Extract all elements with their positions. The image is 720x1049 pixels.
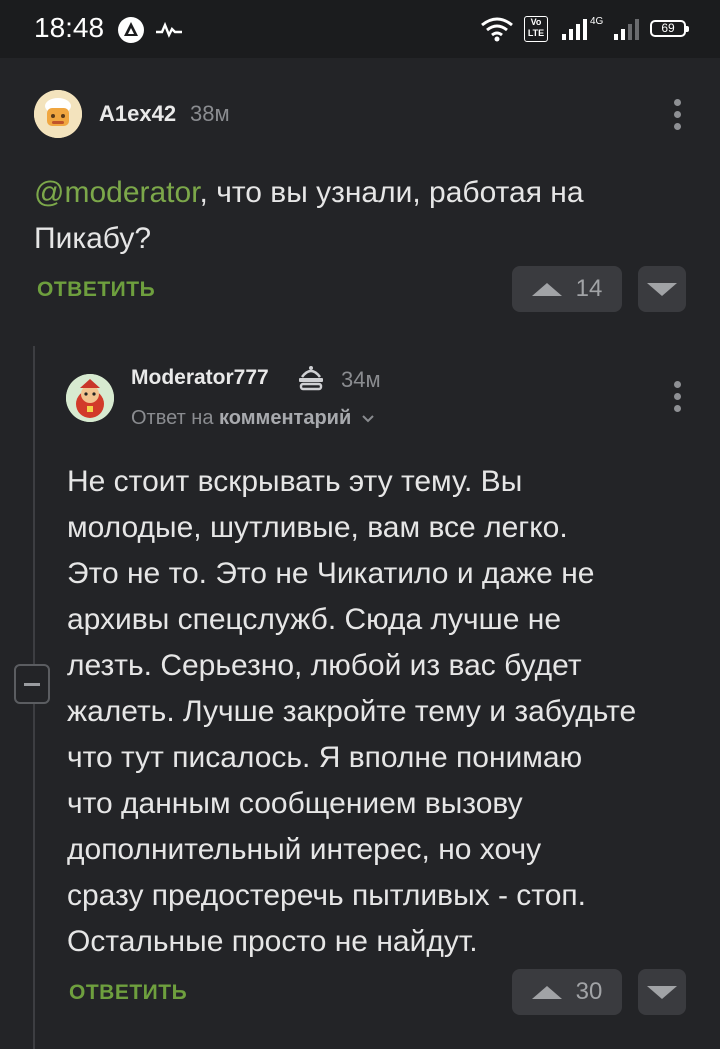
comment-time: 38м <box>190 101 230 126</box>
downvote-arrow-icon <box>647 282 677 296</box>
mention-link[interactable]: @moderator <box>34 176 200 209</box>
activity-icon <box>156 22 182 38</box>
comment-body: @moderator, что вы узнали, работая на Пи… <box>34 170 684 262</box>
navigation-app-icon <box>118 17 144 43</box>
comment-time: 34м <box>341 367 381 392</box>
comment-line: Не стоит вскрывать эту тему. Вы <box>67 465 523 498</box>
battery-icon: 69 <box>650 20 689 37</box>
vote-count: 30 <box>575 978 603 1005</box>
chevron-down-icon <box>362 415 374 423</box>
more-options-icon[interactable] <box>674 99 682 131</box>
comment-line: Остальные просто не найдут. <box>67 925 478 958</box>
avatar[interactable] <box>66 374 114 422</box>
warrior-avatar-icon <box>66 374 114 422</box>
moderator-badge-icon <box>299 366 323 391</box>
reply-button[interactable]: ОТВЕТИТЬ <box>69 981 187 1005</box>
comment-text-part: , что вы узнали, работая на <box>199 176 584 209</box>
more-options-icon[interactable] <box>674 381 682 413</box>
signal-strength-icon: 4G <box>562 16 604 40</box>
comment-line: сразу предостеречь пытливых - стоп. <box>67 879 586 912</box>
vote-count: 14 <box>575 275 603 302</box>
username[interactable]: A1ex42 <box>99 101 176 127</box>
comment-line: молодые, шутливые, вам все легко. <box>67 511 568 544</box>
downvote-arrow-icon <box>647 985 677 999</box>
avatar[interactable] <box>34 90 82 138</box>
reply-to-link[interactable]: Ответ на комментарий <box>131 407 375 430</box>
comment-body: Не стоит вскрывать эту тему. Вы молодые,… <box>67 459 697 965</box>
minus-icon <box>24 682 40 686</box>
downvote-button[interactable] <box>638 266 686 312</box>
comment-line: что тут писалось. Я вполне понимаю <box>67 741 583 774</box>
status-bar: 18:48 Vo LTE 4G 69 <box>0 0 720 58</box>
network-type-label: 4G <box>590 16 604 27</box>
comment-text-part: Пикабу? <box>34 222 151 255</box>
upvote-button[interactable]: 30 <box>512 969 622 1015</box>
comment-line: что данным сообщением вызову <box>67 787 523 820</box>
comment-line: Это не то. Это не Чикатило и даже не <box>67 557 595 590</box>
username[interactable]: Moderator777 <box>131 366 269 390</box>
comment-line: жалеть. Лучше закройте тему и забудьте <box>67 695 637 728</box>
upvote-button[interactable]: 14 <box>512 266 622 312</box>
collapse-thread-button[interactable] <box>14 664 50 704</box>
signal-strength-2-icon <box>614 19 639 40</box>
status-time: 18:48 <box>34 12 105 43</box>
comment-line: лезть. Серьезно, любой из вас будет <box>67 649 582 682</box>
upvote-arrow-icon <box>531 282 562 296</box>
reply-to-target: комментарий <box>219 407 352 429</box>
reply-to-prefix: Ответ на <box>131 407 214 429</box>
volte-icon: Vo LTE <box>524 16 548 42</box>
chef-avatar-icon <box>34 90 82 138</box>
comment-line: дополнительный интерес, но хочу <box>67 833 542 866</box>
comment-line: архивы спецслужб. Сюда лучше не <box>67 603 562 636</box>
upvote-arrow-icon <box>531 985 562 999</box>
wifi-icon <box>481 17 513 42</box>
downvote-button[interactable] <box>638 969 686 1015</box>
reply-button[interactable]: ОТВЕТИТЬ <box>37 278 155 302</box>
